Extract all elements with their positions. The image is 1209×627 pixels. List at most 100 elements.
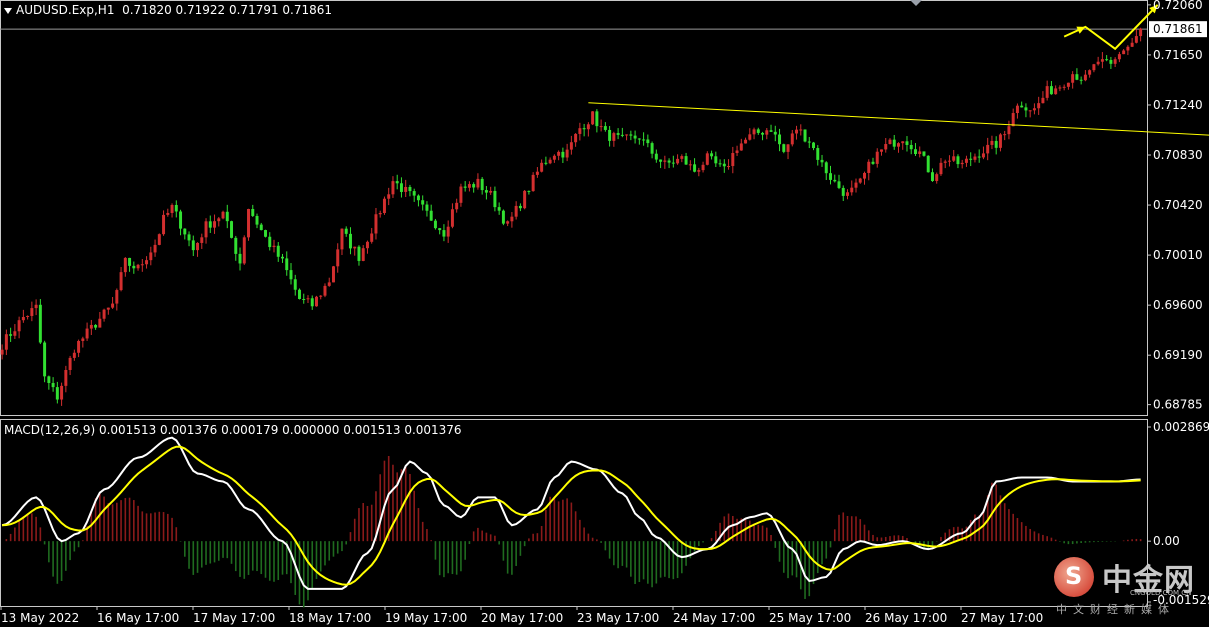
candle-body [140, 264, 144, 266]
candle [323, 283, 327, 298]
candle [518, 203, 522, 212]
candle-body [196, 242, 200, 251]
candle-body [1015, 105, 1019, 114]
candle [191, 235, 195, 257]
candle-body [370, 233, 374, 242]
candle-body [285, 258, 289, 271]
candle-body [153, 244, 157, 253]
candle-body [977, 156, 981, 158]
candle [952, 149, 956, 163]
candle-body [527, 190, 531, 192]
candle-body [145, 260, 149, 265]
candle [1105, 55, 1109, 62]
candle-body [450, 209, 454, 227]
candle [140, 259, 144, 272]
candle [166, 208, 170, 217]
candle [26, 315, 30, 320]
candle-body [102, 309, 106, 319]
candle-body [438, 228, 442, 231]
candle [667, 158, 671, 169]
candle [136, 263, 140, 271]
candle-body [569, 142, 573, 150]
candle-body [756, 129, 760, 133]
candle-body [901, 141, 905, 144]
dropdown-triangle-icon[interactable] [4, 7, 12, 14]
candle-body [446, 226, 450, 237]
candle-body [1139, 28, 1143, 37]
candle [68, 355, 72, 376]
time-tick-label: 23 May 17:00 [577, 611, 659, 625]
candle-body [790, 133, 794, 145]
candle [247, 208, 251, 241]
candle-body [735, 150, 739, 154]
candle [629, 130, 633, 141]
candle [578, 122, 582, 141]
candle-body [336, 249, 340, 267]
candle-body [170, 204, 174, 213]
candle-body [807, 141, 811, 143]
candle [472, 182, 476, 193]
candle-body [650, 143, 654, 154]
candle [13, 324, 17, 339]
candle-body [837, 181, 841, 188]
candle [438, 227, 442, 235]
candle-body [616, 133, 620, 135]
candle-body [123, 257, 127, 273]
candle [850, 180, 854, 196]
candle [187, 231, 191, 247]
candle [353, 246, 357, 256]
candle [612, 131, 616, 147]
candle [1020, 101, 1024, 108]
candle [510, 212, 514, 228]
candle-body [1062, 86, 1066, 88]
candle-body [421, 200, 425, 205]
candle [892, 135, 896, 150]
candle [671, 155, 675, 168]
candle-body [323, 285, 327, 296]
candle-body [217, 218, 221, 222]
candle [616, 128, 620, 140]
candle [1134, 29, 1138, 44]
candle [272, 239, 276, 253]
candle [153, 239, 157, 257]
candle-body [964, 158, 968, 163]
candle-body [1088, 70, 1092, 75]
candle-body [234, 237, 238, 254]
candle [514, 201, 518, 220]
candle-body [701, 164, 705, 171]
candle [591, 111, 595, 126]
candle-body [1003, 134, 1007, 136]
candle [574, 133, 578, 147]
candle-body [1083, 74, 1087, 81]
candle [548, 157, 552, 165]
candle-body [94, 324, 98, 328]
candle [833, 174, 837, 183]
candle [221, 210, 225, 220]
candle [939, 158, 943, 176]
candle [132, 261, 136, 274]
candle [378, 210, 382, 218]
candle-body [60, 385, 64, 400]
candle [404, 179, 408, 198]
candle [162, 210, 166, 236]
candle [433, 218, 437, 230]
candle-body [744, 139, 748, 144]
candle [259, 222, 263, 231]
candle-body [327, 282, 331, 286]
candle-body [858, 178, 862, 183]
candle-body [1113, 59, 1117, 64]
candle [1003, 130, 1007, 141]
candle-body [425, 204, 429, 211]
candle [106, 307, 110, 315]
candle-body [455, 202, 459, 210]
price-tick-label: 0.72060 [1153, 0, 1203, 12]
candle-body [467, 184, 471, 188]
candle-body [956, 156, 960, 165]
candle [1011, 108, 1015, 127]
candle-body [111, 303, 115, 308]
candle-body [960, 162, 964, 165]
candle-body [408, 186, 412, 192]
candle [306, 295, 310, 303]
candle [128, 257, 132, 272]
candle-body [603, 126, 607, 130]
